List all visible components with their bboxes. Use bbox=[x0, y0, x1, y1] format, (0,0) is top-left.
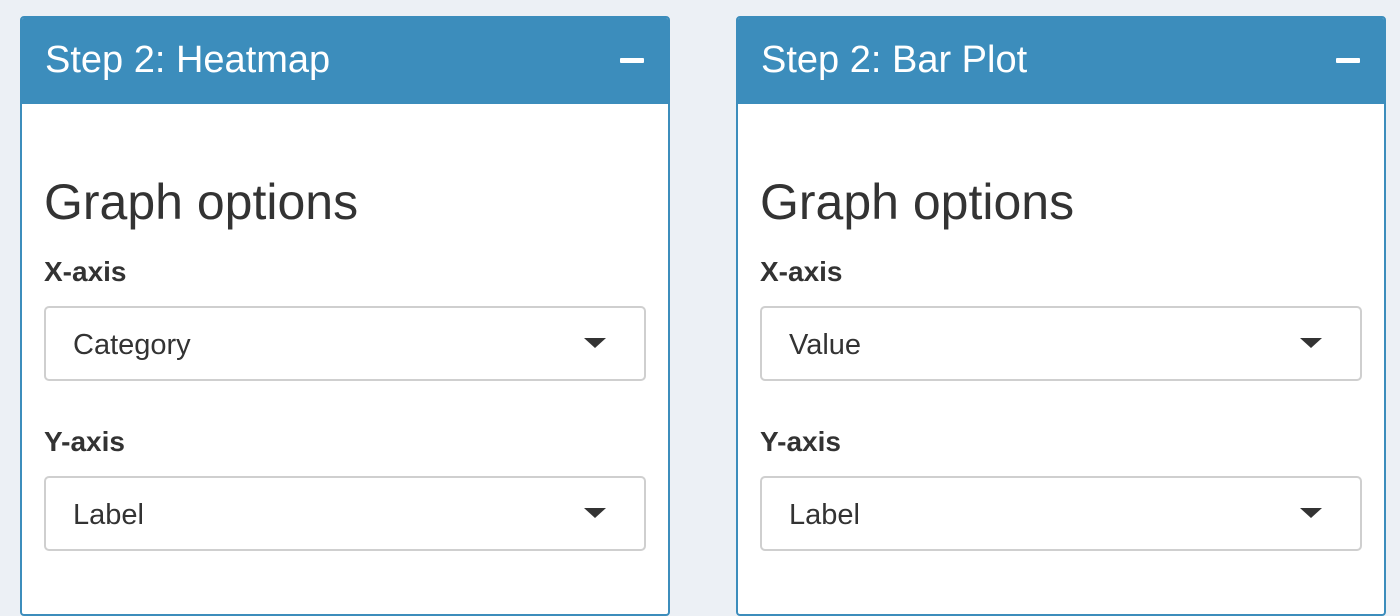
y-axis-selected-value: Label bbox=[789, 499, 860, 531]
collapse-button[interactable] bbox=[1330, 44, 1366, 78]
x-axis-label: X-axis bbox=[760, 256, 843, 287]
x-axis-select[interactable]: Category bbox=[44, 306, 646, 381]
section-title: Graph options bbox=[44, 174, 359, 230]
minus-icon bbox=[620, 58, 644, 63]
y-axis-select[interactable]: Label bbox=[44, 476, 646, 551]
x-axis-label: X-axis bbox=[44, 256, 127, 287]
y-axis-label: Y-axis bbox=[44, 426, 125, 457]
panel-title: Step 2: Bar Plot bbox=[761, 39, 1028, 81]
panel-header: Step 2: Bar Plot bbox=[738, 18, 1384, 104]
caret-down-icon bbox=[584, 508, 606, 518]
panel-body: Graph options X-axis Category Y-axis Lab… bbox=[22, 104, 668, 614]
y-axis-selected-value: Label bbox=[73, 499, 144, 531]
y-axis-label: Y-axis bbox=[760, 426, 841, 457]
y-axis-select[interactable]: Label bbox=[760, 476, 1362, 551]
x-axis-select[interactable]: Value bbox=[760, 306, 1362, 381]
caret-down-icon bbox=[584, 338, 606, 348]
section-title: Graph options bbox=[760, 174, 1075, 230]
panel-header: Step 2: Heatmap bbox=[22, 18, 668, 104]
caret-down-icon bbox=[1300, 338, 1322, 348]
panel-body: Graph options X-axis Value Y-axis Label bbox=[738, 104, 1384, 614]
bar-plot-panel: Step 2: Bar Plot Graph options X-axis Va… bbox=[736, 16, 1386, 616]
x-axis-selected-value: Category bbox=[73, 329, 191, 361]
minus-icon bbox=[1336, 58, 1360, 63]
collapse-button[interactable] bbox=[614, 44, 650, 78]
panel-title: Step 2: Heatmap bbox=[45, 39, 331, 81]
heatmap-panel: Step 2: Heatmap Graph options X-axis Cat… bbox=[20, 16, 670, 616]
x-axis-selected-value: Value bbox=[789, 329, 862, 361]
caret-down-icon bbox=[1300, 508, 1322, 518]
